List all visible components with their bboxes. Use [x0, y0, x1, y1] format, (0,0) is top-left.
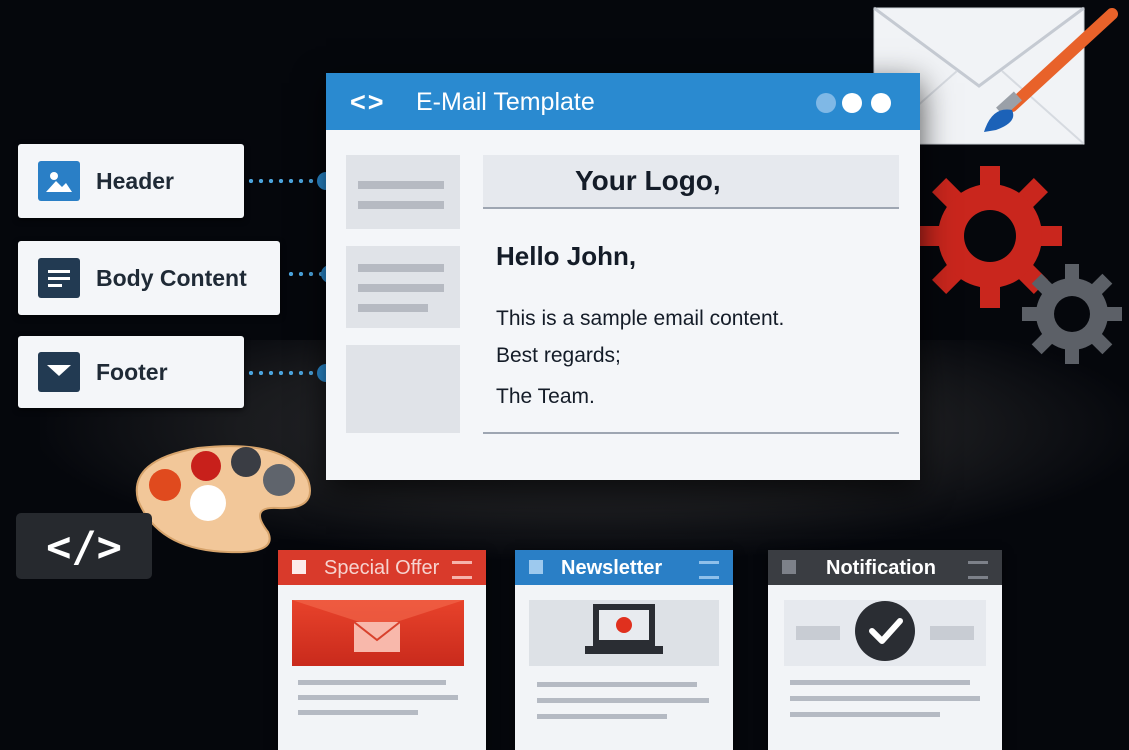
card-title: Notification [826, 557, 936, 579]
window-minimize-button[interactable] [816, 93, 836, 113]
logo-area[interactable]: Your Logo, [483, 155, 899, 209]
laptop-preview [529, 600, 719, 666]
footer-label: Footer [96, 358, 168, 385]
notification-preview [784, 600, 986, 666]
menu-icon [968, 561, 988, 579]
card-title: Newsletter [561, 557, 663, 579]
email-template-window: <> E-Mail Template Your Logo, Hello John… [326, 73, 920, 480]
offer-banner [292, 600, 464, 666]
header-block-thumbnail[interactable] [346, 155, 460, 229]
template-card-newsletter[interactable]: Newsletter [515, 550, 733, 750]
greeting-text: Hello John, [496, 241, 637, 271]
body-line: Best regards; [496, 344, 621, 367]
connector-body [286, 272, 322, 276]
body-block-thumbnail[interactable] [346, 246, 460, 328]
header-section-label[interactable]: Header [18, 144, 244, 218]
menu-icon [452, 561, 472, 579]
card-header: Notification [768, 550, 1002, 585]
body-content-label: Body Content [96, 264, 247, 291]
body-line: The Team. [496, 385, 595, 408]
gears-icon [918, 164, 1128, 366]
body-section-label[interactable]: Body Content [18, 241, 280, 315]
card-title: Special Offer [324, 557, 440, 579]
code-icon: </> [46, 521, 122, 571]
connector-header [246, 179, 316, 183]
footer-divider [483, 432, 899, 434]
envelope-icon [292, 600, 464, 652]
window-maximize-button[interactable] [842, 93, 862, 113]
code-badge[interactable]: </> [16, 513, 152, 579]
checkmark-icon [855, 601, 915, 661]
card-header: Special Offer [278, 550, 486, 585]
image-icon [38, 161, 80, 201]
code-icon: <> [350, 87, 386, 117]
menu-icon [699, 561, 719, 579]
window-titlebar: <> E-Mail Template [326, 73, 920, 130]
footer-block-thumbnail[interactable] [346, 345, 460, 433]
template-card-notification[interactable]: Notification [768, 550, 1002, 750]
card-header: Newsletter [515, 550, 733, 585]
window-title: E-Mail Template [416, 88, 595, 116]
body-line: This is a sample email content. [496, 307, 785, 330]
envelope-icon [38, 352, 80, 392]
logo-text: Your Logo, [575, 165, 721, 196]
laptop-icon [585, 604, 663, 654]
text-lines-icon [38, 258, 80, 298]
footer-section-label[interactable]: Footer [18, 336, 244, 408]
header-label: Header [96, 167, 174, 194]
connector-footer [246, 371, 316, 375]
window-close-button[interactable] [871, 93, 891, 113]
template-card-special-offer[interactable]: Special Offer [278, 550, 486, 750]
